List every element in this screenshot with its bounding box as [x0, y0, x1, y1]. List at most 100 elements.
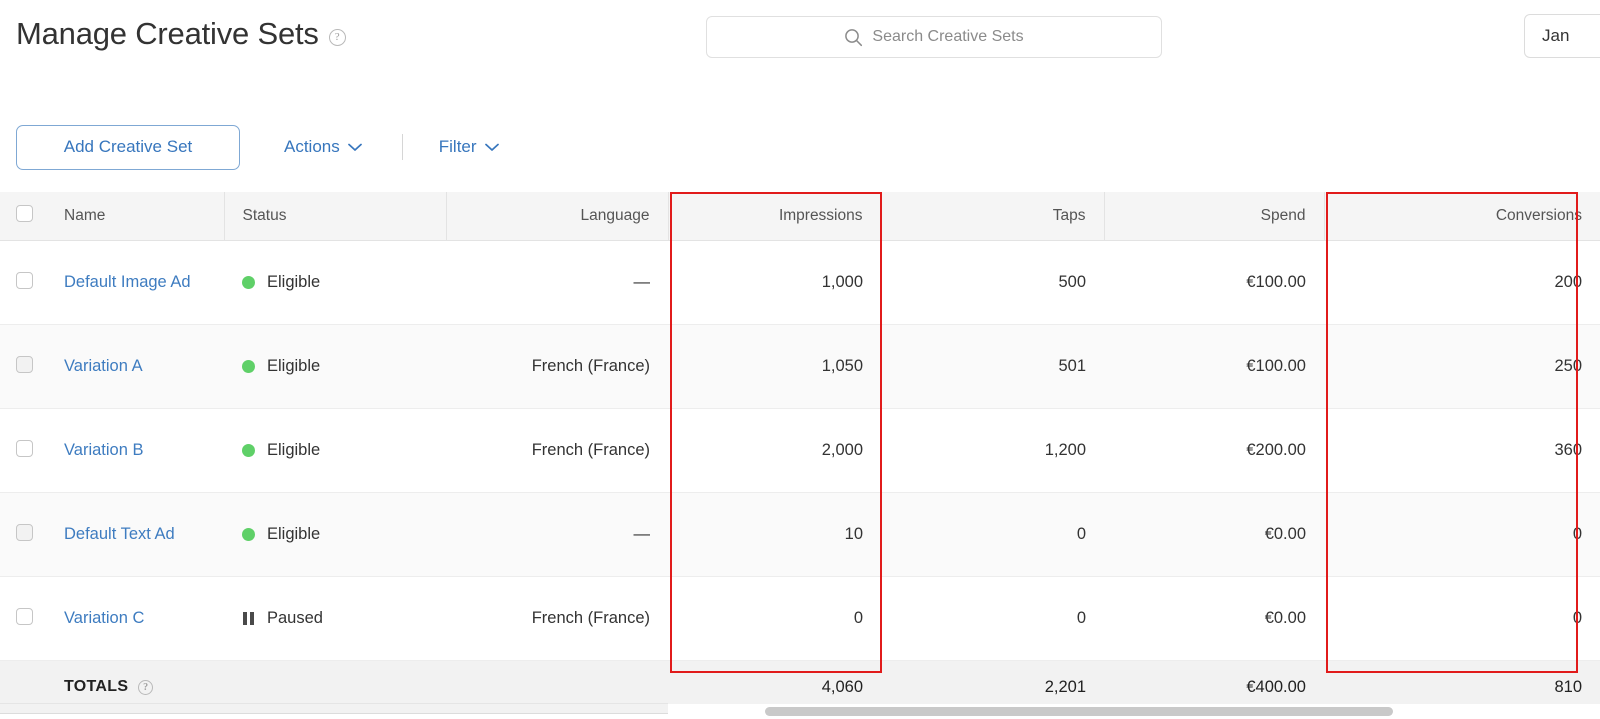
column-header-impressions[interactable]: Impressions [668, 192, 882, 241]
cell-status: Paused [224, 576, 446, 661]
row-checkbox[interactable] [16, 355, 33, 373]
cell-spend: €200.00 [1104, 408, 1324, 493]
cell-impressions: 10 [668, 492, 881, 577]
status-dot-eligible-icon [242, 528, 255, 541]
horizontal-scrollbar-thumb[interactable] [765, 707, 1393, 716]
select-all-header [0, 192, 46, 241]
row-select-cell [0, 492, 46, 577]
cell-taps: 0 [881, 576, 1104, 661]
search-icon [844, 28, 863, 47]
page-header: Manage Creative Sets ? Search Creative S… [0, 0, 1600, 82]
table-header-row: Name Status Language Impressions Taps Sp… [0, 192, 1600, 241]
cell-language: French (France) [446, 324, 668, 409]
row-select-cell [0, 240, 46, 325]
creative-set-link[interactable]: Default Text Ad [64, 525, 175, 543]
cell-impressions: 2,000 [668, 408, 881, 493]
chevron-down-icon [347, 137, 362, 157]
cell-status: Eligible [224, 240, 446, 325]
actions-menu-button[interactable]: Actions [284, 137, 362, 157]
row-checkbox[interactable] [16, 607, 33, 625]
search-input[interactable]: Search Creative Sets [706, 16, 1162, 58]
date-range-picker[interactable]: Jan [1524, 14, 1600, 58]
page-title: Manage Creative Sets [16, 16, 319, 51]
cell-conversions: 0 [1324, 576, 1600, 661]
cell-taps: 501 [881, 324, 1104, 409]
cell-conversions: 250 [1324, 324, 1600, 409]
table-toolbar: Add Creative Set Actions Filter [0, 122, 499, 172]
creative-set-link[interactable]: Default Image Ad [64, 273, 191, 291]
filter-menu-button[interactable]: Filter [439, 137, 499, 157]
search-placeholder: Search Creative Sets [872, 28, 1024, 45]
creative-sets-table: Name Status Language Impressions Taps Sp… [0, 192, 1600, 714]
cell-conversions: 200 [1324, 240, 1600, 325]
cell-impressions: 1,050 [668, 324, 881, 409]
table-row[interactable]: Variation A Eligible French (France) 1,0… [0, 324, 1600, 409]
cell-status: Eligible [224, 492, 446, 577]
cell-taps: 1,200 [881, 408, 1104, 493]
cell-taps: 0 [881, 492, 1104, 577]
cell-name: Variation B [46, 408, 224, 493]
status-dot-eligible-icon [242, 360, 255, 373]
add-creative-set-button[interactable]: Add Creative Set [16, 124, 240, 170]
row-checkbox[interactable] [16, 523, 33, 541]
cell-name: Variation A [46, 324, 224, 409]
status-label: Eligible [267, 441, 321, 459]
cell-conversions: 0 [1324, 492, 1600, 577]
cell-impressions: 0 [668, 576, 881, 661]
creative-sets-table-wrapper: Name Status Language Impressions Taps Sp… [0, 192, 1600, 714]
table-row[interactable]: Variation C Paused French (France) 0 0 €… [0, 576, 1600, 661]
status-label: Eligible [267, 357, 321, 375]
cell-conversions: 360 [1324, 408, 1600, 493]
table-row[interactable]: Variation B Eligible French (France) 2,0… [0, 408, 1600, 493]
cell-language: French (France) [446, 408, 668, 493]
totals-language-cell [446, 660, 668, 714]
cell-language: — [446, 240, 668, 325]
creative-set-link[interactable]: Variation B [64, 441, 144, 459]
row-select-cell [0, 324, 46, 409]
totals-spacer-cell [0, 660, 46, 714]
chevron-down-icon [484, 137, 499, 157]
status-label: Paused [267, 609, 323, 627]
column-header-spend[interactable]: Spend [1104, 192, 1325, 241]
question-circle-icon[interactable]: ? [328, 28, 346, 46]
filter-menu-label: Filter [438, 137, 477, 156]
column-header-taps[interactable]: Taps [881, 192, 1105, 241]
cell-language: — [446, 492, 668, 577]
question-circle-icon[interactable]: ? [138, 679, 154, 695]
column-header-conversions[interactable]: Conversions [1324, 192, 1600, 241]
cell-name: Variation C [46, 576, 224, 661]
toolbar-divider [401, 134, 403, 160]
creative-set-link[interactable]: Variation C [64, 609, 144, 627]
status-label: Eligible [267, 273, 321, 291]
table-row[interactable]: Default Image Ad Eligible — 1,000 500 €1… [0, 240, 1600, 325]
column-header-name[interactable]: Name [46, 192, 225, 241]
table-bottom-edge [0, 703, 668, 704]
status-dot-eligible-icon [242, 276, 255, 289]
cell-status: Eligible [224, 324, 446, 409]
cell-name: Default Text Ad [46, 492, 224, 577]
totals-status-cell [224, 660, 446, 714]
creative-set-link[interactable]: Variation A [64, 357, 143, 375]
row-checkbox[interactable] [16, 439, 33, 457]
row-select-cell [0, 576, 46, 661]
cell-spend: €100.00 [1104, 240, 1324, 325]
cell-language: French (France) [446, 576, 668, 661]
page-title-group: Manage Creative Sets ? [16, 18, 346, 49]
totals-label: TOTALS [64, 678, 129, 695]
cell-spend: €0.00 [1104, 492, 1324, 577]
horizontal-scrollbar[interactable] [668, 704, 1600, 719]
cell-spend: €0.00 [1104, 576, 1324, 661]
column-header-status[interactable]: Status [224, 192, 447, 241]
table-body: Default Image Ad Eligible — 1,000 500 €1… [0, 240, 1600, 714]
table-row[interactable]: Default Text Ad Eligible — 10 0 €0.00 0 [0, 492, 1600, 577]
cell-status: Eligible [224, 408, 446, 493]
pause-icon [242, 612, 255, 625]
status-label: Eligible [267, 525, 321, 543]
row-checkbox[interactable] [16, 271, 33, 289]
column-header-language[interactable]: Language [446, 192, 669, 241]
actions-menu-label: Actions [284, 137, 340, 156]
select-all-checkbox[interactable] [16, 205, 33, 222]
cell-spend: €100.00 [1104, 324, 1324, 409]
cell-taps: 500 [881, 240, 1104, 325]
cell-name: Default Image Ad [46, 240, 224, 325]
